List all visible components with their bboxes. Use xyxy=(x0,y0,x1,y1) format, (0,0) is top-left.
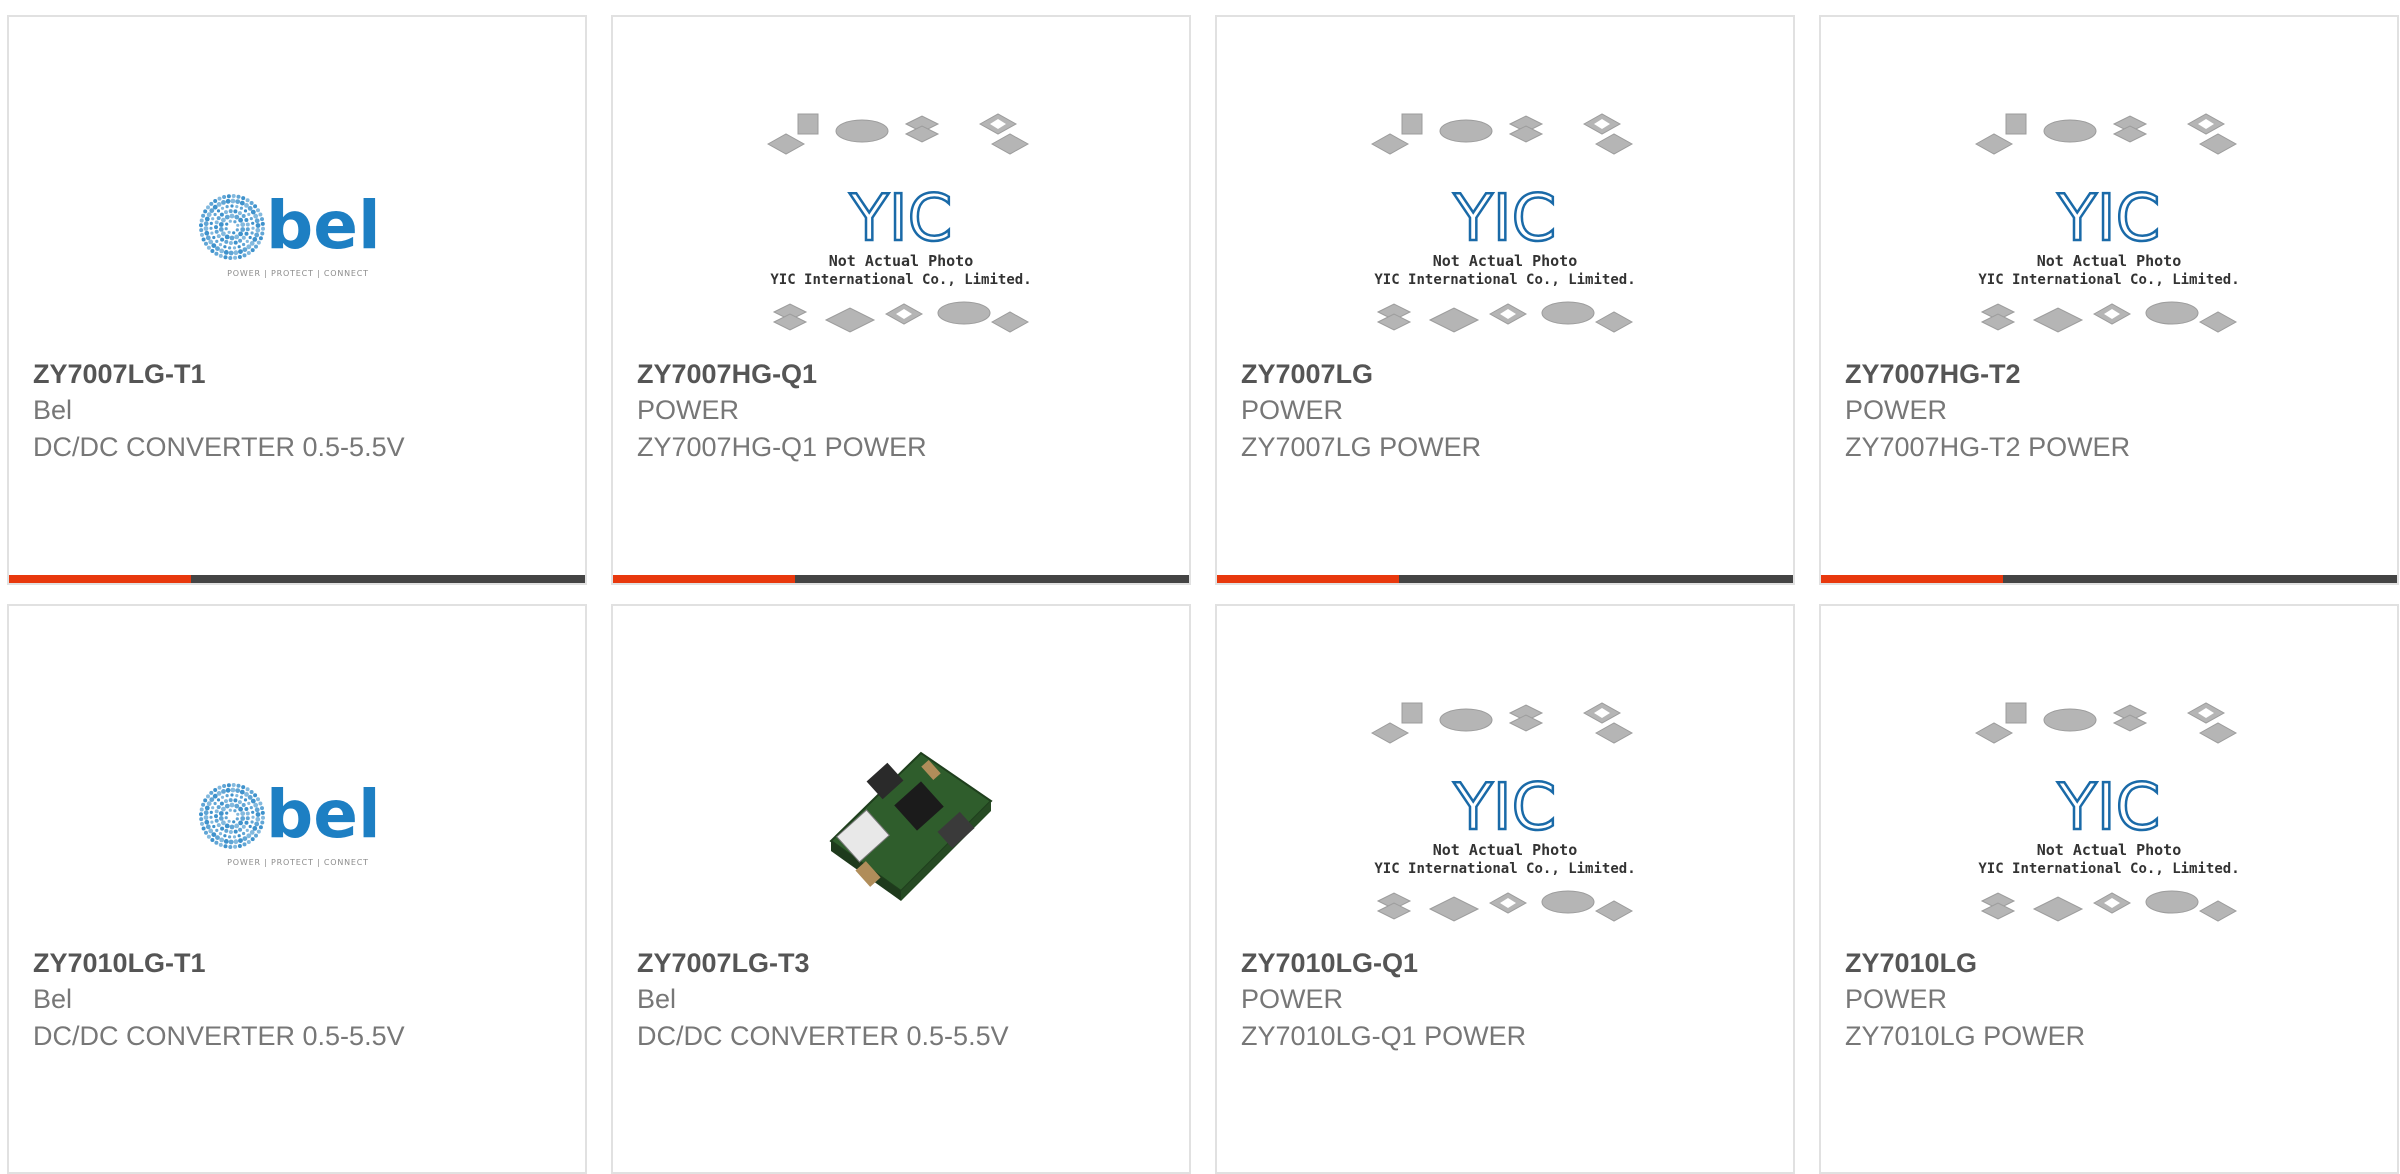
yic-logo-text: YIC xyxy=(2057,182,2161,256)
bel-tagline: POWER | PROTECT | CONNECT xyxy=(227,269,369,278)
product-image[interactable]: YIC Not Actual Photo YIC International Co.… xyxy=(1217,686,1793,956)
product-description: ZY7010LG-Q1 POWER xyxy=(1241,1021,1527,1051)
card-accent-bar xyxy=(1217,575,1793,583)
yic-logo-text: YIC xyxy=(2057,771,2161,845)
yic-company-caption: YIC International Co., Limited. xyxy=(1978,861,2239,877)
yic-logo-text: YIC xyxy=(1453,182,1557,256)
product-info: ZY7007HG-Q1 POWER ZY7007HG-Q1 POWER xyxy=(637,356,1169,466)
card-accent-bar xyxy=(1821,575,2397,583)
yic-company-caption: YIC International Co., Limited. xyxy=(1978,272,2239,288)
chip-package-icons xyxy=(772,301,1030,333)
not-actual-photo-caption: Not Actual Photo xyxy=(2037,252,2182,270)
product-card[interactable]: bel POWER | PROTECT | CONNECT ZY7010LG-T1… xyxy=(7,604,587,1174)
product-info: ZY7007LG-T1 Bel DC/DC CONVERTER 0.5-5.5V xyxy=(33,356,565,466)
product-image[interactable]: bel POWER | PROTECT | CONNECT xyxy=(9,97,585,367)
product-card[interactable]: ZY7007LG-T3 Bel DC/DC CONVERTER 0.5-5.5V xyxy=(611,604,1191,1174)
chip-package-icons xyxy=(1974,702,2238,744)
product-info: ZY7010LG-T1 Bel DC/DC CONVERTER 0.5-5.5V xyxy=(33,945,565,1055)
yic-company-caption: YIC International Co., Limited. xyxy=(1374,272,1635,288)
chip-package-icons xyxy=(1376,301,1634,333)
part-number[interactable]: ZY7007LG-T1 xyxy=(33,356,565,392)
chip-package-icons xyxy=(766,113,1030,155)
product-description: ZY7007LG POWER xyxy=(1241,432,1482,462)
chip-package-icons xyxy=(1370,113,1634,155)
not-actual-photo-caption: Not Actual Photo xyxy=(1433,252,1578,270)
card-accent-bar xyxy=(613,575,1189,583)
brand-name: POWER xyxy=(1845,395,1948,425)
bel-logo-icon: bel POWER | PROTECT | CONNECT xyxy=(199,187,381,278)
card-accent-bar xyxy=(9,575,585,583)
product-description: DC/DC CONVERTER 0.5-5.5V xyxy=(637,1021,1009,1051)
accent-bar-highlight xyxy=(1217,575,1399,583)
brand-name: Bel xyxy=(33,984,73,1014)
not-actual-photo-caption: Not Actual Photo xyxy=(829,252,974,270)
part-number[interactable]: ZY7010LG xyxy=(1845,945,2377,981)
brand-name: POWER xyxy=(1241,395,1344,425)
product-card[interactable]: YIC Not Actual Photo YIC International Co.… xyxy=(1215,15,1795,585)
chip-package-icons xyxy=(1980,890,2238,922)
product-info: ZY7007LG POWER ZY7007LG POWER xyxy=(1241,356,1773,466)
accent-bar-highlight xyxy=(613,575,795,583)
brand-name: POWER xyxy=(637,395,740,425)
product-image[interactable] xyxy=(613,686,1189,956)
chip-package-icons xyxy=(1980,301,2238,333)
product-description: ZY7010LG POWER xyxy=(1845,1021,2086,1051)
yic-placeholder-icon: YICNot Actual Photo YIC International Co.… xyxy=(1974,702,2240,922)
product-card[interactable]: bel POWER | PROTECT | CONNECT ZY7007LG-T1… xyxy=(7,15,587,585)
product-info: ZY7007LG-T3 Bel DC/DC CONVERTER 0.5-5.5V xyxy=(637,945,1169,1055)
product-image[interactable]: YIC Not Actual Photo YIC International Co.… xyxy=(613,97,1189,367)
part-number[interactable]: ZY7007HG-T2 xyxy=(1845,356,2377,392)
bel-logo-text: bel xyxy=(266,776,381,853)
yic-company-caption: YIC International Co., Limited. xyxy=(1374,861,1635,877)
part-number[interactable]: ZY7007LG-T3 xyxy=(637,945,1169,981)
dc-dc-module-photo xyxy=(829,751,993,901)
product-image[interactable]: bel POWER | PROTECT | CONNECT xyxy=(9,686,585,956)
chip-package-icons xyxy=(1370,702,1634,744)
product-description: DC/DC CONVERTER 0.5-5.5V xyxy=(33,432,405,462)
product-card[interactable]: YIC Not Actual Photo YIC International Co.… xyxy=(1819,604,2399,1174)
brand-name: POWER xyxy=(1241,984,1344,1014)
yic-placeholder-icon: YICNot Actual Photo YIC International Co.… xyxy=(1370,113,1636,333)
product-card[interactable]: YIC Not Actual Photo YIC International Co.… xyxy=(1215,604,1795,1174)
yic-logo-text: YIC xyxy=(849,182,953,256)
part-number[interactable]: ZY7007HG-Q1 xyxy=(637,356,1169,392)
not-actual-photo-caption: Not Actual Photo xyxy=(1433,841,1578,859)
product-image[interactable]: YIC Not Actual Photo YIC International Co.… xyxy=(1821,97,2397,367)
bel-tagline: POWER | PROTECT | CONNECT xyxy=(227,858,369,867)
yic-placeholder-icon: YICNot Actual Photo YIC International Co.… xyxy=(1370,702,1636,922)
bel-logo-icon: bel POWER | PROTECT | CONNECT xyxy=(199,776,381,867)
yic-company-caption: YIC International Co., Limited. xyxy=(770,272,1031,288)
product-info: ZY7010LG-Q1 POWER ZY7010LG-Q1 POWER xyxy=(1241,945,1773,1055)
product-info: ZY7007HG-T2 POWER ZY7007HG-T2 POWER xyxy=(1845,356,2377,466)
brand-name: POWER xyxy=(1845,984,1948,1014)
accent-bar-highlight xyxy=(9,575,191,583)
accent-bar-track xyxy=(2003,575,2397,583)
product-description: ZY7007HG-T2 POWER xyxy=(1845,432,2131,462)
accent-bar-track xyxy=(191,575,585,583)
not-actual-photo-caption: Not Actual Photo xyxy=(2037,841,2182,859)
product-info: ZY7010LG POWER ZY7010LG POWER xyxy=(1845,945,2377,1055)
part-number[interactable]: ZY7007LG xyxy=(1241,356,1773,392)
chip-package-icons xyxy=(1376,890,1634,922)
product-description: DC/DC CONVERTER 0.5-5.5V xyxy=(33,1021,405,1051)
yic-placeholder-icon: YICNot Actual Photo YIC International Co.… xyxy=(1974,113,2240,333)
product-card[interactable]: YIC Not Actual Photo YIC International Co.… xyxy=(1819,15,2399,585)
accent-bar-track xyxy=(795,575,1189,583)
product-card[interactable]: YIC Not Actual Photo YIC International Co.… xyxy=(611,15,1191,585)
yic-placeholder-icon: YICNot Actual Photo YIC International Co.… xyxy=(766,113,1032,333)
brand-name: Bel xyxy=(33,395,73,425)
bel-logo-text: bel xyxy=(266,187,381,264)
yic-logo-text: YIC xyxy=(1453,771,1557,845)
accent-bar-highlight xyxy=(1821,575,2003,583)
brand-name: Bel xyxy=(637,984,677,1014)
chip-package-icons xyxy=(1974,113,2238,155)
part-number[interactable]: ZY7010LG-Q1 xyxy=(1241,945,1773,981)
accent-bar-track xyxy=(1399,575,1793,583)
product-image[interactable]: YIC Not Actual Photo YIC International Co.… xyxy=(1821,686,2397,956)
part-number[interactable]: ZY7010LG-T1 xyxy=(33,945,565,981)
product-image[interactable]: YIC Not Actual Photo YIC International Co.… xyxy=(1217,97,1793,367)
product-grid: bel POWER | PROTECT | CONNECT ZY7007LG-T1… xyxy=(7,15,2399,1174)
product-description: ZY7007HG-Q1 POWER xyxy=(637,432,927,462)
